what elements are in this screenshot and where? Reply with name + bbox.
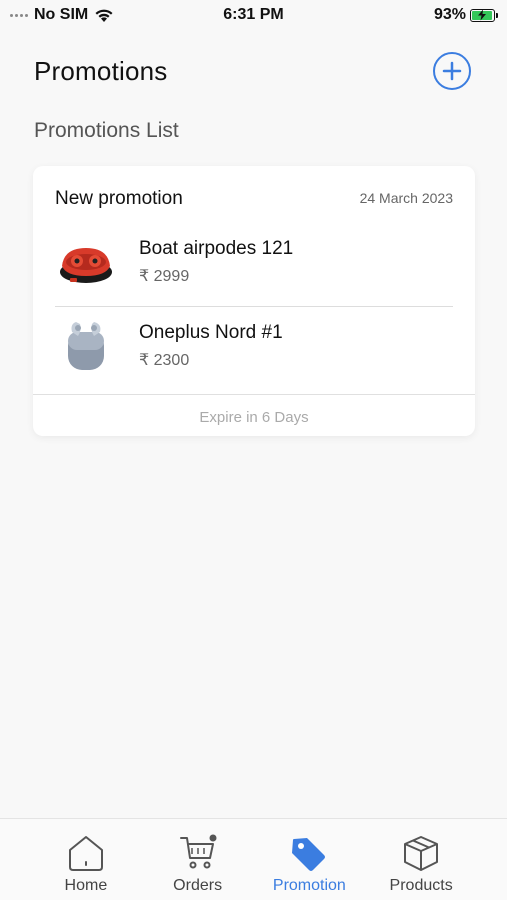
card-header: New promotion 24 March 2023 bbox=[55, 188, 453, 210]
product-image-grey-earbuds bbox=[55, 315, 117, 377]
tab-label: Products bbox=[389, 877, 453, 894]
add-promotion-button[interactable] bbox=[433, 52, 471, 90]
cart-icon bbox=[177, 833, 219, 873]
product-image-red-earbuds bbox=[55, 231, 117, 293]
product-price: ₹ 2999 bbox=[139, 268, 190, 285]
signal-icon bbox=[10, 13, 28, 17]
tab-products[interactable]: Products bbox=[371, 819, 471, 900]
battery-percent: 93% bbox=[433, 6, 466, 23]
product-name: Boat airpodes 121 bbox=[139, 238, 294, 259]
tab-orders[interactable]: Orders bbox=[148, 819, 248, 900]
promotion-name: New promotion bbox=[55, 188, 183, 209]
status-left: No SIM bbox=[10, 6, 114, 24]
tab-label: Orders bbox=[173, 877, 223, 894]
header: Promotions bbox=[34, 50, 471, 92]
tab-home[interactable]: Home bbox=[36, 819, 136, 900]
product-price: ₹ 2300 bbox=[139, 352, 190, 369]
tab-promotion[interactable]: Promotion bbox=[259, 819, 359, 900]
tab-label: Home bbox=[64, 877, 108, 894]
product-item[interactable]: Oneplus Nord #1 ₹ 2300 bbox=[55, 306, 453, 386]
plus-icon bbox=[442, 61, 462, 81]
tab-bar: Home Orders Promotion Products bbox=[0, 818, 507, 900]
status-right: 93% bbox=[433, 6, 498, 24]
battery-level bbox=[472, 9, 492, 21]
wifi-icon bbox=[95, 9, 113, 22]
battery-icon bbox=[470, 8, 498, 22]
card-footer-divider bbox=[33, 394, 475, 395]
section-title: Promotions List bbox=[34, 119, 179, 142]
promotion-card[interactable]: New promotion 24 March 2023 Boat airpode… bbox=[33, 166, 475, 436]
promotion-date: 24 March 2023 bbox=[359, 190, 453, 206]
carrier-label: No SIM bbox=[34, 6, 89, 23]
product-info: Boat airpodes 121 ₹ 2999 bbox=[139, 238, 293, 286]
product-item[interactable]: Boat airpodes 121 ₹ 2999 bbox=[55, 222, 453, 302]
product-name: Oneplus Nord #1 bbox=[139, 322, 283, 343]
tab-label: Promotion bbox=[272, 877, 346, 894]
expire-label: Expire in 6 Days bbox=[199, 409, 309, 426]
box-icon bbox=[400, 833, 442, 873]
home-icon bbox=[65, 833, 107, 873]
page-title: Promotions bbox=[34, 55, 168, 86]
tag-icon bbox=[288, 833, 330, 873]
product-info: Oneplus Nord #1 ₹ 2300 bbox=[139, 322, 283, 370]
status-bar: No SIM 6:31 PM 93% bbox=[0, 0, 507, 30]
